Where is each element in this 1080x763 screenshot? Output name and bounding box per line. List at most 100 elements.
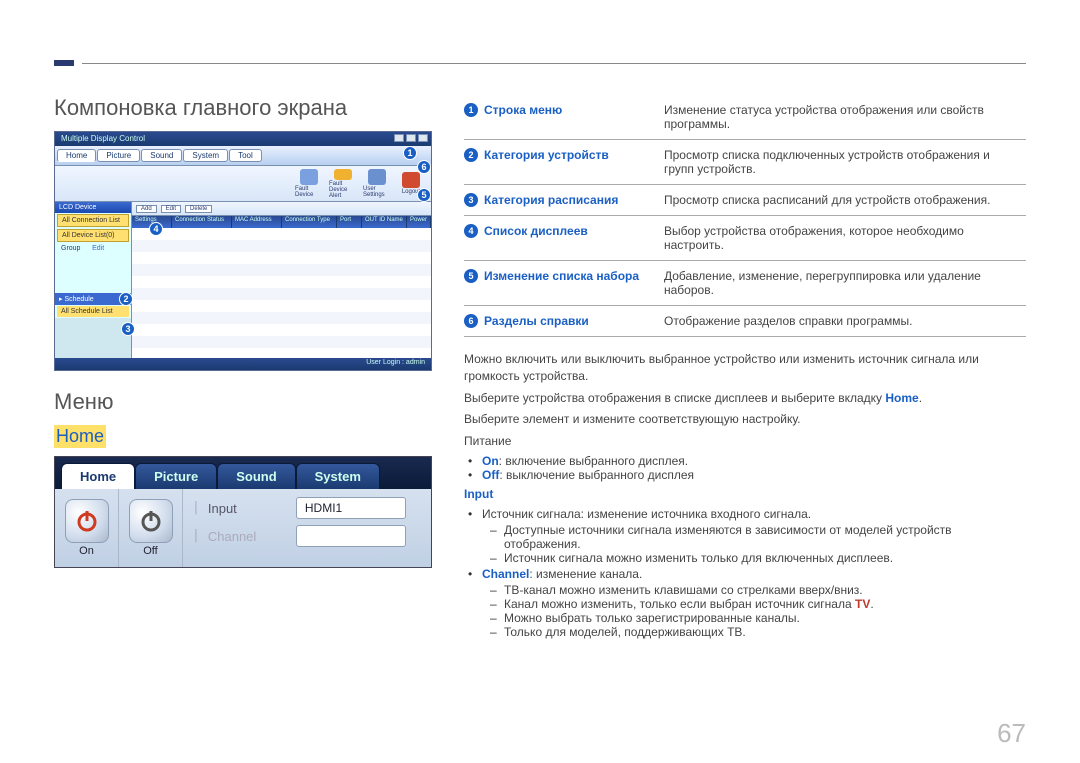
para: Питание <box>464 433 1026 450</box>
power-list: On: включение выбранного дисплея. Off: в… <box>464 454 1026 482</box>
sidebar-item: All Connection List <box>57 214 129 227</box>
right-column: 1Строка менюИзменение статуса устройства… <box>464 95 1026 733</box>
power-icon <box>75 509 99 533</box>
screenshot-home-tab: Home Picture Sound System On Off <box>54 456 432 568</box>
add-button: Add <box>136 205 157 213</box>
number-badge: 3 <box>464 193 478 207</box>
close-icon: × <box>418 134 428 142</box>
para: Выберите устройства отображения в списке… <box>464 390 1026 407</box>
tab-home: Home <box>57 149 96 162</box>
col-header: MAC Address <box>232 216 282 228</box>
on-label: On <box>79 545 94 557</box>
toolbar-fault-alert: Fault Device Alert <box>329 169 357 199</box>
number-badge: 2 <box>464 148 478 162</box>
grid-area: Add Edit Delete Settings Connection Stat… <box>132 202 431 358</box>
row-label: 4Список дисплеев <box>464 216 664 261</box>
tabs-bar: Home Picture Sound System <box>55 457 431 489</box>
row-desc: Выбор устройства отображения, которое не… <box>664 216 1026 261</box>
list-item: Можно выбрать только зарегистрированные … <box>504 611 1026 625</box>
sidebar-head: LCD Device <box>55 202 131 213</box>
channel-sublist: ТВ-канал можно изменить клавишами со стр… <box>464 583 1026 639</box>
table-row: 4Список дисплеевВыбор устройства отображ… <box>464 216 1026 261</box>
user-icon <box>368 169 386 185</box>
tab-system: System <box>183 149 228 162</box>
toolbar-label: Fault Device <box>295 186 323 198</box>
tab-picture: Picture <box>97 149 140 162</box>
header-accent <box>54 60 74 66</box>
input-heading: Input <box>464 486 1026 503</box>
row-desc: Добавление, изменение, перегруппировка и… <box>664 261 1026 306</box>
input-label: Input <box>208 501 288 516</box>
edit-button: Edit <box>161 205 181 213</box>
off-label: Off <box>143 545 157 557</box>
edit-label: Edit <box>92 245 104 252</box>
callout-3: 3 <box>121 322 135 336</box>
power-on-button <box>65 499 109 543</box>
layout-description-table: 1Строка менюИзменение статуса устройства… <box>464 95 1026 337</box>
callout-2: 2 <box>119 292 133 306</box>
para: Можно включить или выключить выбранное у… <box>464 351 1026 386</box>
power-icon <box>139 509 163 533</box>
logout-icon <box>402 172 420 188</box>
tab-home: Home <box>61 463 135 489</box>
window-titlebar: Multiple Display Control _ □ × <box>55 132 431 146</box>
callout-1: 1 <box>403 146 417 160</box>
on-keyword: On <box>482 454 499 468</box>
toolbar: Fault Device Fault Device Alert User Set… <box>55 166 431 202</box>
row-desc: Изменение статуса устройства отображения… <box>664 95 1026 140</box>
list-item: On: включение выбранного дисплея. <box>482 454 1026 468</box>
list-item: Off: выключение выбранного дисплея <box>482 468 1026 482</box>
status-bar: User Login : admin <box>55 358 431 370</box>
list-item: Источник сигнала можно изменить только д… <box>504 551 1026 565</box>
sidebar: LCD Device All Connection List All Devic… <box>55 202 132 358</box>
toolbar-fault-device: Fault Device <box>295 169 323 199</box>
toolbar-user-settings: User Settings <box>363 169 391 199</box>
tab-sound: Sound <box>141 149 182 162</box>
toolbar-label: Fault Device Alert <box>329 181 357 199</box>
power-off-column: Off <box>119 489 183 567</box>
power-on-column: On <box>55 489 119 567</box>
row-label: 5Изменение списка набора <box>464 261 664 306</box>
input-keyword: Input <box>464 487 493 501</box>
home-panel: On Off │ Input HDMI1 │ Cha <box>55 489 431 567</box>
number-badge: 4 <box>464 224 478 238</box>
input-sublist: Доступные источники сигнала изменяются в… <box>464 523 1026 565</box>
col-header: Port <box>337 216 362 228</box>
row-label: 2Категория устройств <box>464 140 664 185</box>
sidebar-group: Group Edit <box>55 243 131 254</box>
menu-bar: Home Picture Sound System Tool <box>55 146 431 166</box>
grid-toolbar: Add Edit Delete <box>132 202 431 216</box>
list-item: Канал можно изменить, только если выбран… <box>504 597 1026 611</box>
channel-label: Channel <box>208 529 288 544</box>
home-keyword: Home <box>885 391 918 405</box>
divider-icon: │ <box>193 530 200 542</box>
app-body: LCD Device All Connection List All Devic… <box>55 202 431 358</box>
para: Выберите элемент и измените соответствую… <box>464 411 1026 428</box>
col-header: Connection Type <box>282 216 337 228</box>
col-header: Connection Status <box>172 216 232 228</box>
channel-row: │ Channel <box>193 525 421 547</box>
number-badge: 6 <box>464 314 478 328</box>
col-header: Power <box>407 216 431 228</box>
window-title: Multiple Display Control <box>61 134 145 143</box>
input-list: Источник сигнала: изменение источника вх… <box>464 507 1026 521</box>
list-item: Доступные источники сигнала изменяются в… <box>504 523 1026 551</box>
list-item: Источник сигнала: изменение источника вх… <box>482 507 1026 521</box>
page-content: Компоновка главного экрана Multiple Disp… <box>54 95 1026 733</box>
table-row: 6Разделы справкиОтображение разделов спр… <box>464 306 1026 337</box>
sidebar-item: All Device List(0) <box>57 229 129 242</box>
window-buttons: _ □ × <box>394 134 428 142</box>
header-rule <box>82 63 1026 64</box>
grid-rows <box>132 228 431 358</box>
screenshot-main-layout: Multiple Display Control _ □ × Home Pict… <box>54 131 432 371</box>
list-item: Channel: изменение канала. <box>482 567 1026 581</box>
row-label: 6Разделы справки <box>464 306 664 337</box>
number-badge: 1 <box>464 103 478 117</box>
input-value: HDMI1 <box>296 497 406 519</box>
section-title: Компоновка главного экрана <box>54 95 432 121</box>
table-row: 3Категория расписанияПросмотр списка рас… <box>464 185 1026 216</box>
power-off-button <box>129 499 173 543</box>
tab-picture: Picture <box>135 463 217 489</box>
channel-keyword: Channel <box>482 567 529 581</box>
row-desc: Просмотр списка подключенных устройств о… <box>664 140 1026 185</box>
